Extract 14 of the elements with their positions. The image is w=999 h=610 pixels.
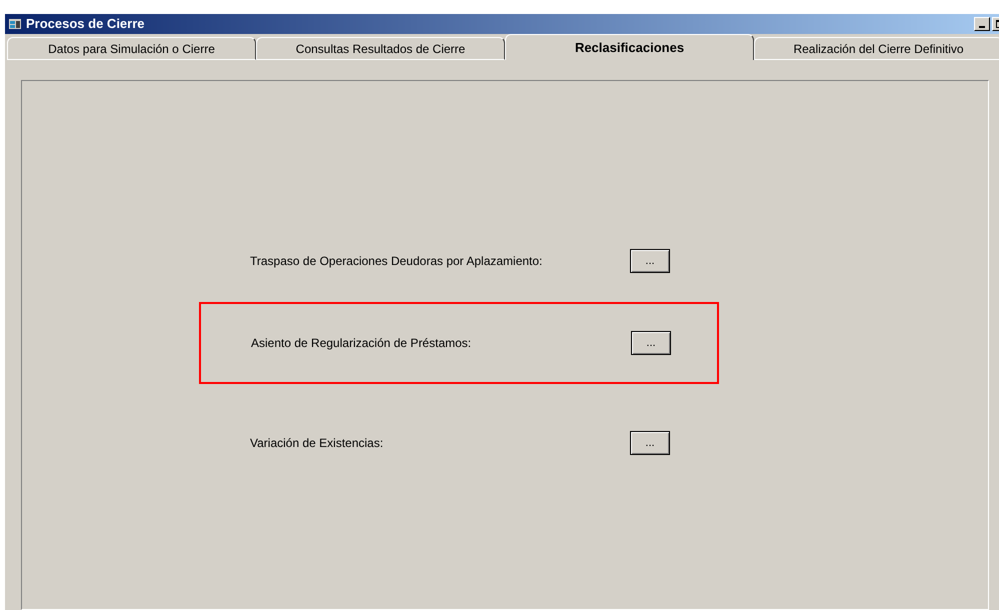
tab[interactable]: Reclasificaciones [505, 34, 754, 60]
ellipsis-button[interactable]: ... [630, 431, 670, 455]
tab[interactable]: Realización del Cierre Definitivo [754, 37, 999, 60]
window-icon [8, 17, 22, 31]
row-label: Asiento de Regularización de Préstamos: [251, 335, 472, 352]
minimize-button[interactable] [974, 17, 990, 31]
row-label: Traspaso de Operaciones Deudoras por Aplazamiento: [250, 253, 544, 270]
ellipsis-button[interactable]: ... [631, 331, 671, 355]
tab[interactable]: Consultas Resultados de Cierre [256, 37, 505, 60]
minimize-icon [979, 26, 985, 28]
ellipsis-button[interactable]: ... [630, 249, 670, 273]
tab[interactable]: Datos para Simulación o Cierre [7, 37, 256, 60]
window-title: Procesos de Cierre [26, 15, 145, 34]
row-label: Variación de Existencias: [250, 435, 384, 452]
